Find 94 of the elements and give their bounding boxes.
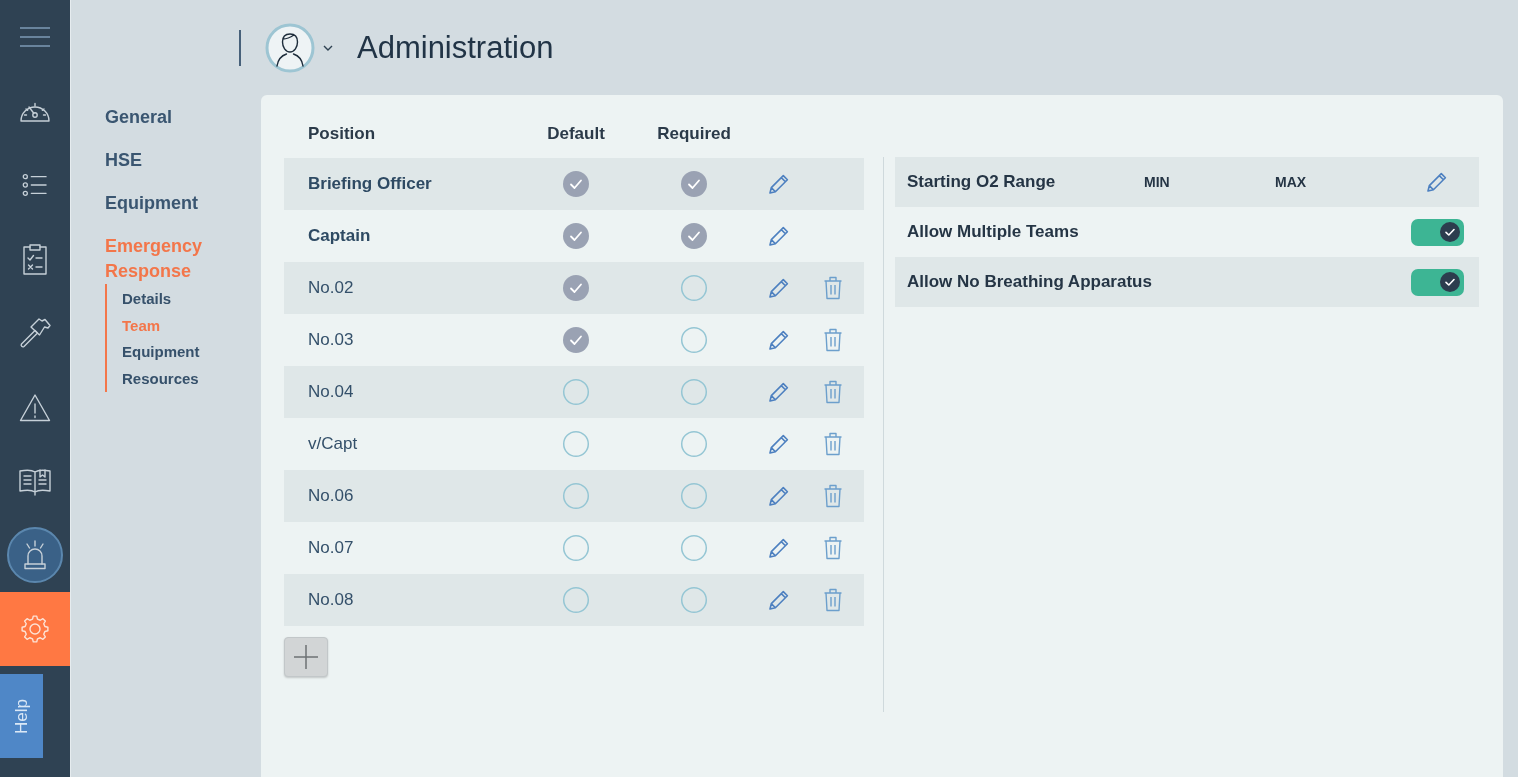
page-title: Administration — [357, 29, 554, 66]
edit-button[interactable] — [767, 380, 791, 404]
edit-button[interactable] — [767, 432, 791, 456]
pencil-icon — [767, 484, 791, 508]
max-label: MAX — [1275, 174, 1307, 190]
default-checkbox[interactable] — [562, 170, 590, 198]
toggle-switch[interactable] — [1411, 218, 1464, 246]
position-cell: No.03 — [308, 330, 354, 349]
trash-icon — [823, 432, 843, 456]
position-cell: Captain — [308, 226, 371, 245]
position-cell: v/Capt — [308, 434, 358, 453]
position-cell: No.08 — [308, 590, 354, 609]
pencil-icon — [767, 224, 791, 248]
setting-label: Allow Multiple Teams — [907, 222, 1079, 242]
nav-link[interactable]: Equipment — [105, 191, 198, 216]
plus-icon — [293, 644, 319, 670]
position-cell: No.04 — [308, 382, 354, 401]
siren-icon — [7, 527, 63, 583]
min-label: MIN — [1144, 174, 1171, 190]
position-cell: No.07 — [308, 538, 354, 557]
trash-icon — [823, 380, 843, 404]
delete-button[interactable] — [823, 484, 843, 508]
edit-button[interactable] — [767, 276, 791, 300]
user-menu-button[interactable] — [265, 22, 333, 73]
toggle-switch[interactable] — [1411, 268, 1464, 296]
required-checkbox[interactable] — [680, 326, 708, 354]
required-checkbox[interactable] — [680, 482, 708, 510]
clipboard-icon — [22, 243, 48, 275]
settings-icon — [19, 613, 51, 645]
pencil-icon — [767, 432, 791, 456]
book-icon — [18, 466, 52, 496]
edit-button[interactable] — [767, 588, 791, 612]
delete-button[interactable] — [823, 380, 843, 404]
tick-knob-icon — [1440, 272, 1460, 292]
required-checkbox[interactable] — [680, 274, 708, 302]
delete-button[interactable] — [823, 588, 843, 612]
column-header: Position — [308, 124, 376, 143]
edit-button[interactable] — [767, 224, 791, 248]
pencil-icon — [767, 276, 791, 300]
edit-button[interactable] — [767, 484, 791, 508]
nav-link[interactable]: General — [105, 105, 173, 130]
help-button[interactable]: Help — [0, 674, 43, 758]
trash-icon — [823, 484, 843, 508]
warning-icon — [19, 392, 51, 422]
edit-button[interactable] — [1425, 170, 1449, 194]
subnav-link[interactable]: Resources — [122, 365, 199, 392]
delete-button[interactable] — [823, 276, 843, 300]
tick-knob-icon — [1440, 222, 1460, 242]
trash-icon — [823, 328, 843, 352]
column-header: Required — [657, 124, 731, 144]
default-checkbox[interactable] — [562, 378, 590, 406]
default-checkbox[interactable] — [562, 586, 590, 614]
default-checkbox[interactable] — [562, 274, 590, 302]
add-button[interactable] — [284, 637, 328, 677]
pencil-icon — [767, 380, 791, 404]
default-checkbox[interactable] — [562, 430, 590, 458]
pencil-icon — [767, 536, 791, 560]
required-checkbox[interactable] — [680, 534, 708, 562]
default-checkbox[interactable] — [562, 482, 590, 510]
trash-icon — [823, 536, 843, 560]
avatar-icon — [265, 22, 315, 73]
required-checkbox[interactable] — [680, 222, 708, 250]
list-icon — [22, 173, 48, 197]
subnav-link[interactable]: Equipment — [122, 339, 200, 366]
subnav-link[interactable]: Details — [122, 286, 172, 313]
default-checkbox[interactable] — [562, 534, 590, 562]
delete-button[interactable] — [823, 328, 843, 352]
delete-button[interactable] — [823, 536, 843, 560]
position-cell: No.02 — [308, 278, 354, 297]
setting-label: Starting O2 Range — [907, 172, 1057, 192]
position-cell: No.06 — [308, 486, 354, 505]
pencil-icon — [767, 172, 791, 196]
edit-button[interactable] — [767, 536, 791, 560]
nav-link[interactable]: HSE — [105, 148, 142, 173]
default-checkbox[interactable] — [562, 326, 590, 354]
required-checkbox[interactable] — [680, 586, 708, 614]
edit-button[interactable] — [767, 328, 791, 352]
column-header: Default — [547, 124, 605, 144]
menu-icon — [20, 27, 50, 47]
edit-button[interactable] — [767, 172, 791, 196]
required-checkbox[interactable] — [680, 170, 708, 198]
setting-label: Allow No Breathing Apparatus — [907, 272, 1152, 292]
required-checkbox[interactable] — [680, 378, 708, 406]
delete-button[interactable] — [823, 432, 843, 456]
position-cell: Briefing Officer — [308, 174, 432, 193]
pencil-icon — [1425, 170, 1449, 194]
default-checkbox[interactable] — [562, 222, 590, 250]
trash-icon — [823, 588, 843, 612]
pencil-icon — [767, 328, 791, 352]
required-checkbox[interactable] — [680, 430, 708, 458]
caret-icon — [323, 44, 333, 51]
hammer-icon — [18, 316, 52, 350]
trash-icon — [823, 276, 843, 300]
pencil-icon — [767, 588, 791, 612]
